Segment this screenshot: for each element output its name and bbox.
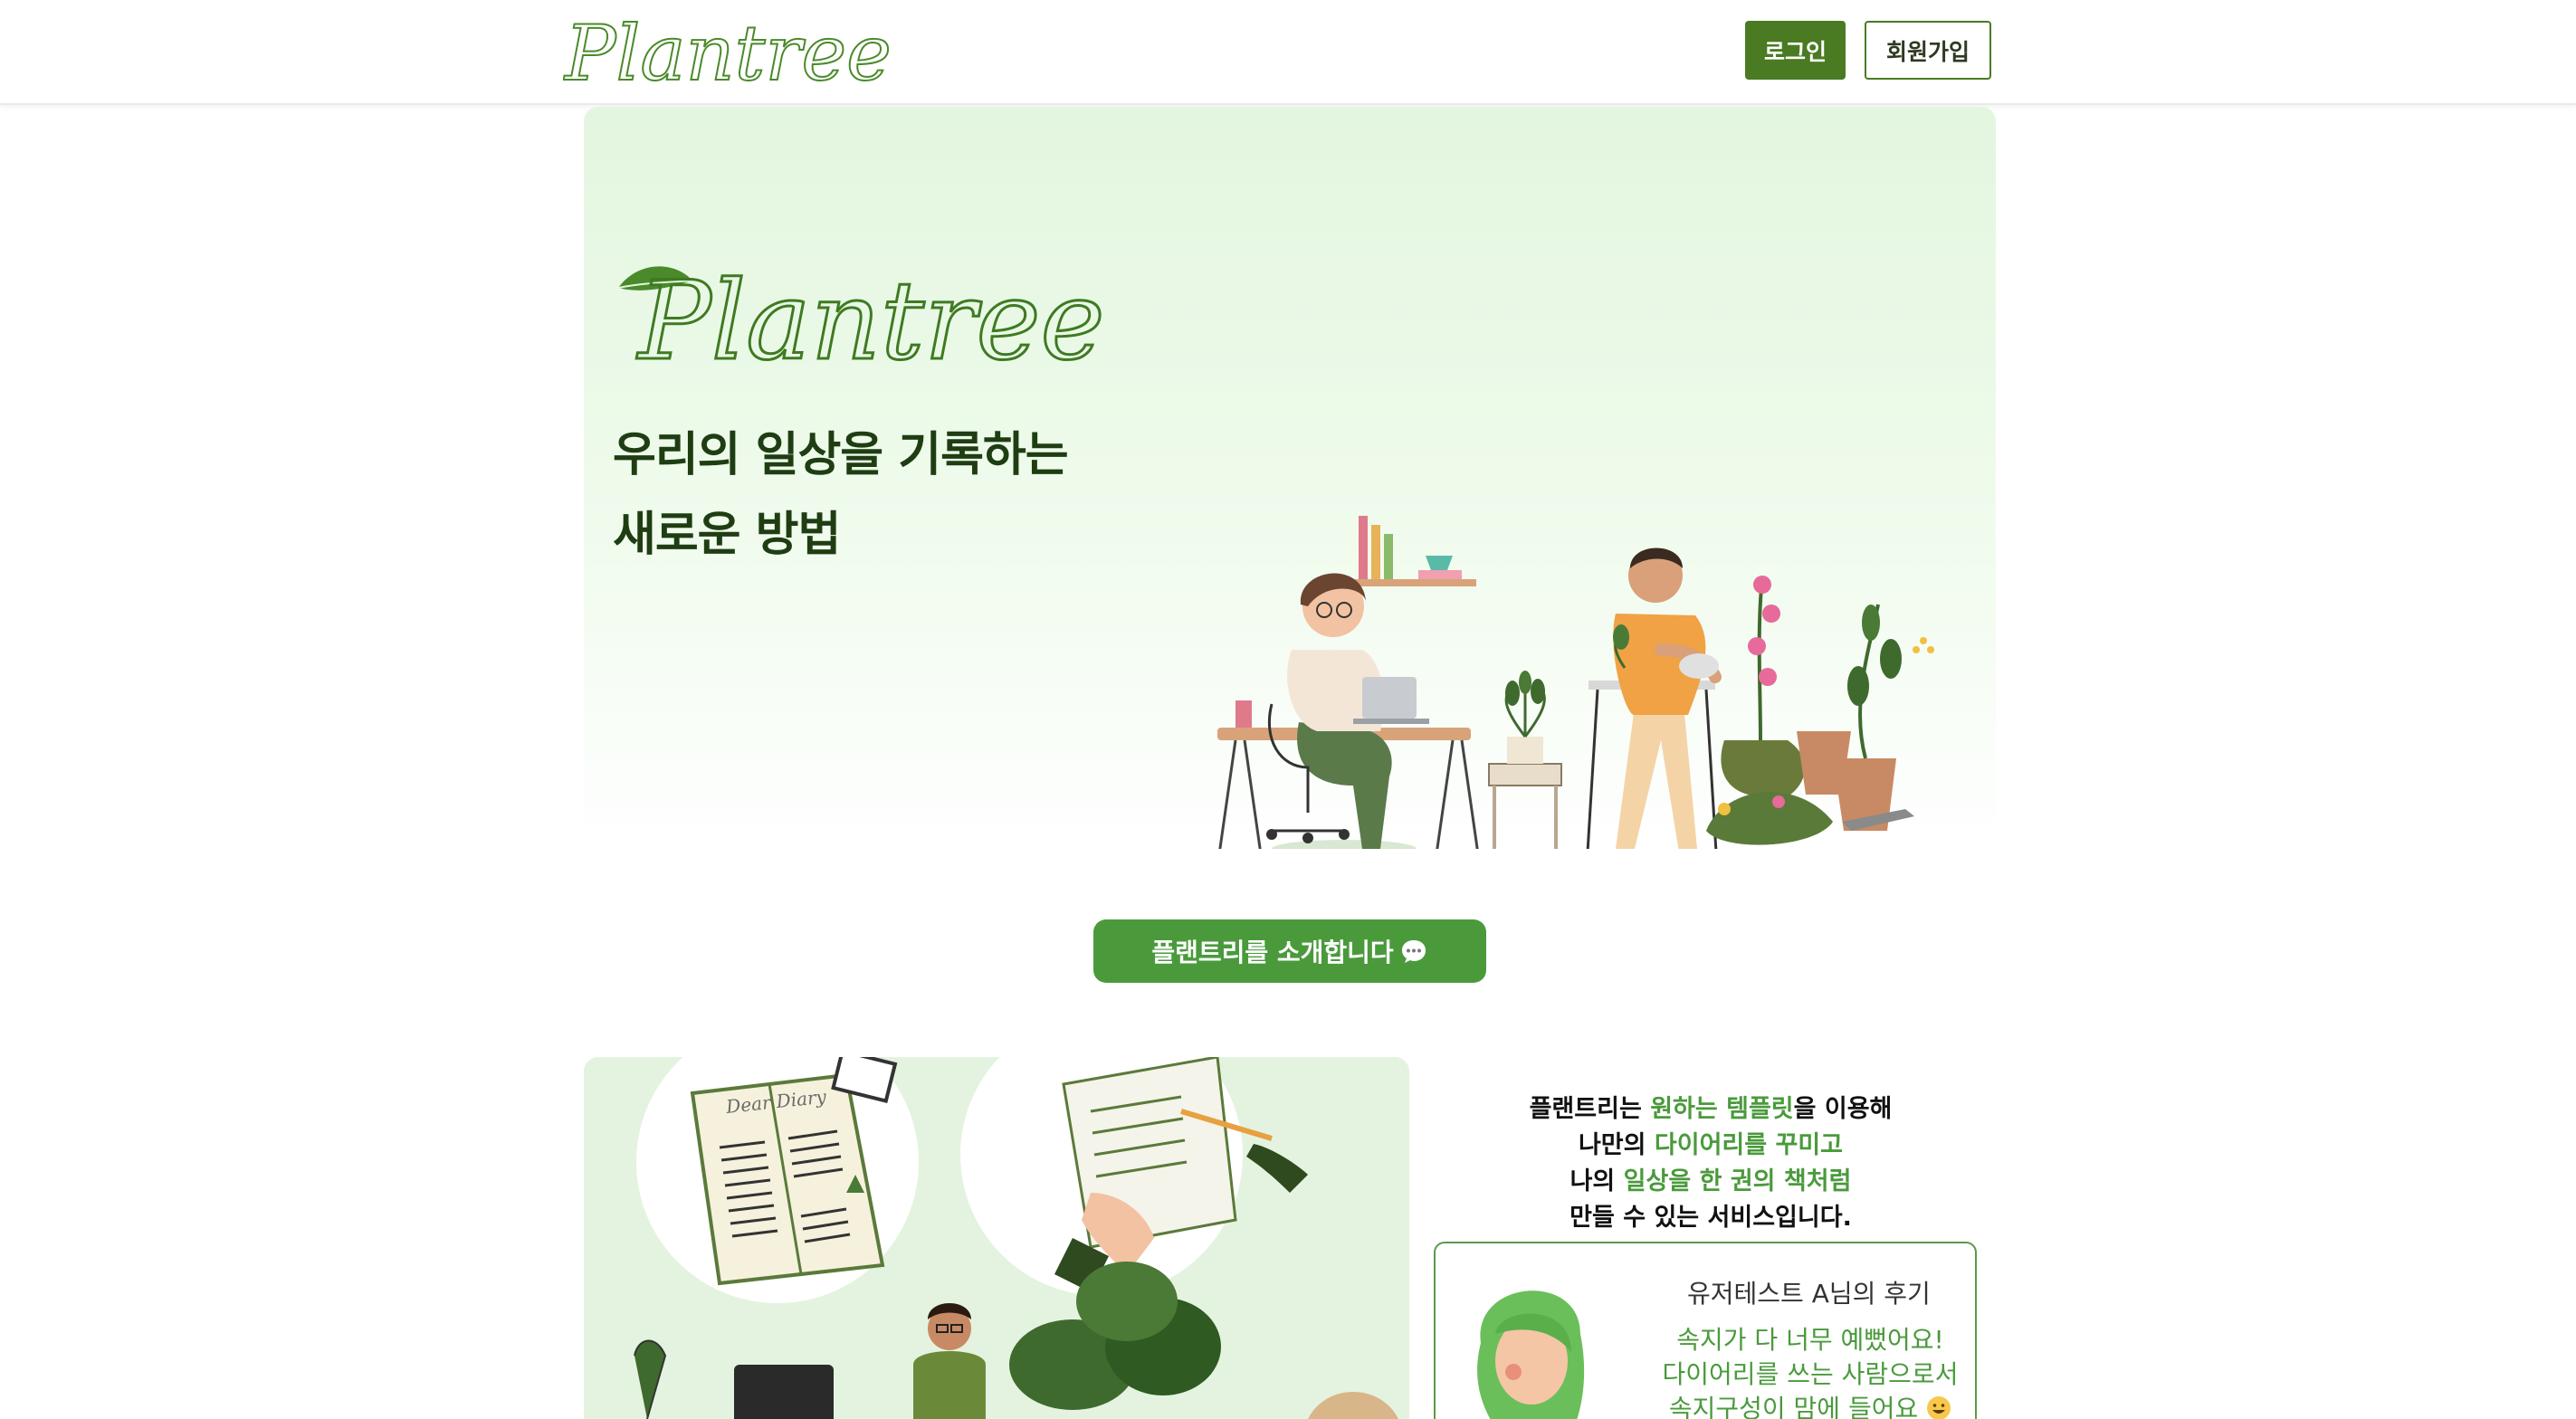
review-line-with-emoji: 속지구성이 맘에 들어요 — [1647, 1392, 1973, 1419]
hero-logo-text: Plantree — [636, 259, 1105, 378]
user-review-card: 유저테스트 A님의 후기 속지가 다 너무 예뻤어요! 다이어리를 쓰는 사람으… — [1434, 1242, 1977, 1419]
hero-banner: Plantree 우리의 일상을 기록하는 새로운 방법 — [584, 107, 1996, 849]
open-diary-illustration: Dear Diary — [690, 1057, 898, 1286]
intro-plantree-button[interactable]: 플랜트리를 소개합니다 — [1093, 919, 1486, 983]
woman-working-illustration — [1266, 573, 1429, 849]
site-header: Plantree 로그인 회원가입 — [0, 0, 2576, 105]
bookshelf-illustration — [1350, 516, 1476, 586]
side-table-illustration — [1488, 671, 1562, 849]
review-line: 다이어리를 쓰는 사람으로서 — [1662, 1359, 1959, 1389]
hero-plantree-logo: Plantree — [617, 258, 1106, 378]
review-text: 속지가 다 너무 예뻤어요! 다이어리를 쓰는 사람으로서 속지구성이 맘에 들… — [1647, 1323, 1973, 1419]
speech-bubble-icon — [1401, 940, 1426, 963]
diary-illustration-panel: Dear Diary — [584, 1057, 1409, 1419]
description-line-1: 플랜트리는 원하는 템플릿을 이용해 — [1439, 1091, 1982, 1128]
description-text: 만들 수 있는 서비스입니다. — [1569, 1204, 1852, 1232]
description-highlight: 원하는 템플릿 — [1650, 1095, 1794, 1123]
description-text: 을 이용해 — [1793, 1095, 1893, 1123]
service-description: 플랜트리는 원하는 템플릿을 이용해 나만의 다이어리를 꾸미고 나의 일상을 … — [1439, 1091, 1982, 1236]
potted-plants-illustration — [1706, 576, 1934, 845]
logo-text: Plantree — [563, 9, 892, 92]
plantree-logo[interactable]: Plantree — [563, 9, 934, 92]
man-with-laptop-illustration — [634, 1303, 986, 1419]
description-text: 나만의 — [1578, 1131, 1655, 1159]
description-line-3: 나의 일상을 한 권의 책처럼 — [1439, 1164, 1982, 1200]
hero-headline-line1: 우리의 일상을 기록하는 — [613, 428, 1069, 482]
review-line: 속지구성이 맘에 들어요 — [1668, 1394, 1919, 1419]
description-text: 나의 — [1569, 1167, 1624, 1195]
description-line-2: 나만의 다이어리를 꾸미고 — [1439, 1128, 1982, 1164]
description-highlight: 일상을 한 권의 책처럼 — [1623, 1167, 1852, 1195]
review-title: 유저테스트 A님의 후기 — [1687, 1279, 1931, 1309]
hero-illustration — [1217, 516, 1934, 849]
hero-headline-line2: 새로운 방법 — [613, 508, 841, 562]
description-text: 플랜트리는 — [1529, 1095, 1651, 1123]
signup-button[interactable]: 회원가입 — [1865, 21, 1991, 80]
review-line: 속지가 다 너무 예뻤어요! — [1676, 1325, 1944, 1355]
grinning-face-icon — [1927, 1396, 1951, 1419]
diary-illustration: Dear Diary — [634, 1057, 1398, 1419]
login-button[interactable]: 로그인 — [1745, 21, 1846, 80]
description-highlight: 다이어리를 꾸미고 — [1654, 1131, 1844, 1159]
description-line-4: 만들 수 있는 서비스입니다. — [1439, 1200, 1982, 1236]
intro-button-label: 플랜트리를 소개합니다 — [1151, 938, 1394, 967]
man-watering-illustration — [1586, 548, 1722, 849]
reviewer-avatar — [1477, 1290, 1585, 1419]
